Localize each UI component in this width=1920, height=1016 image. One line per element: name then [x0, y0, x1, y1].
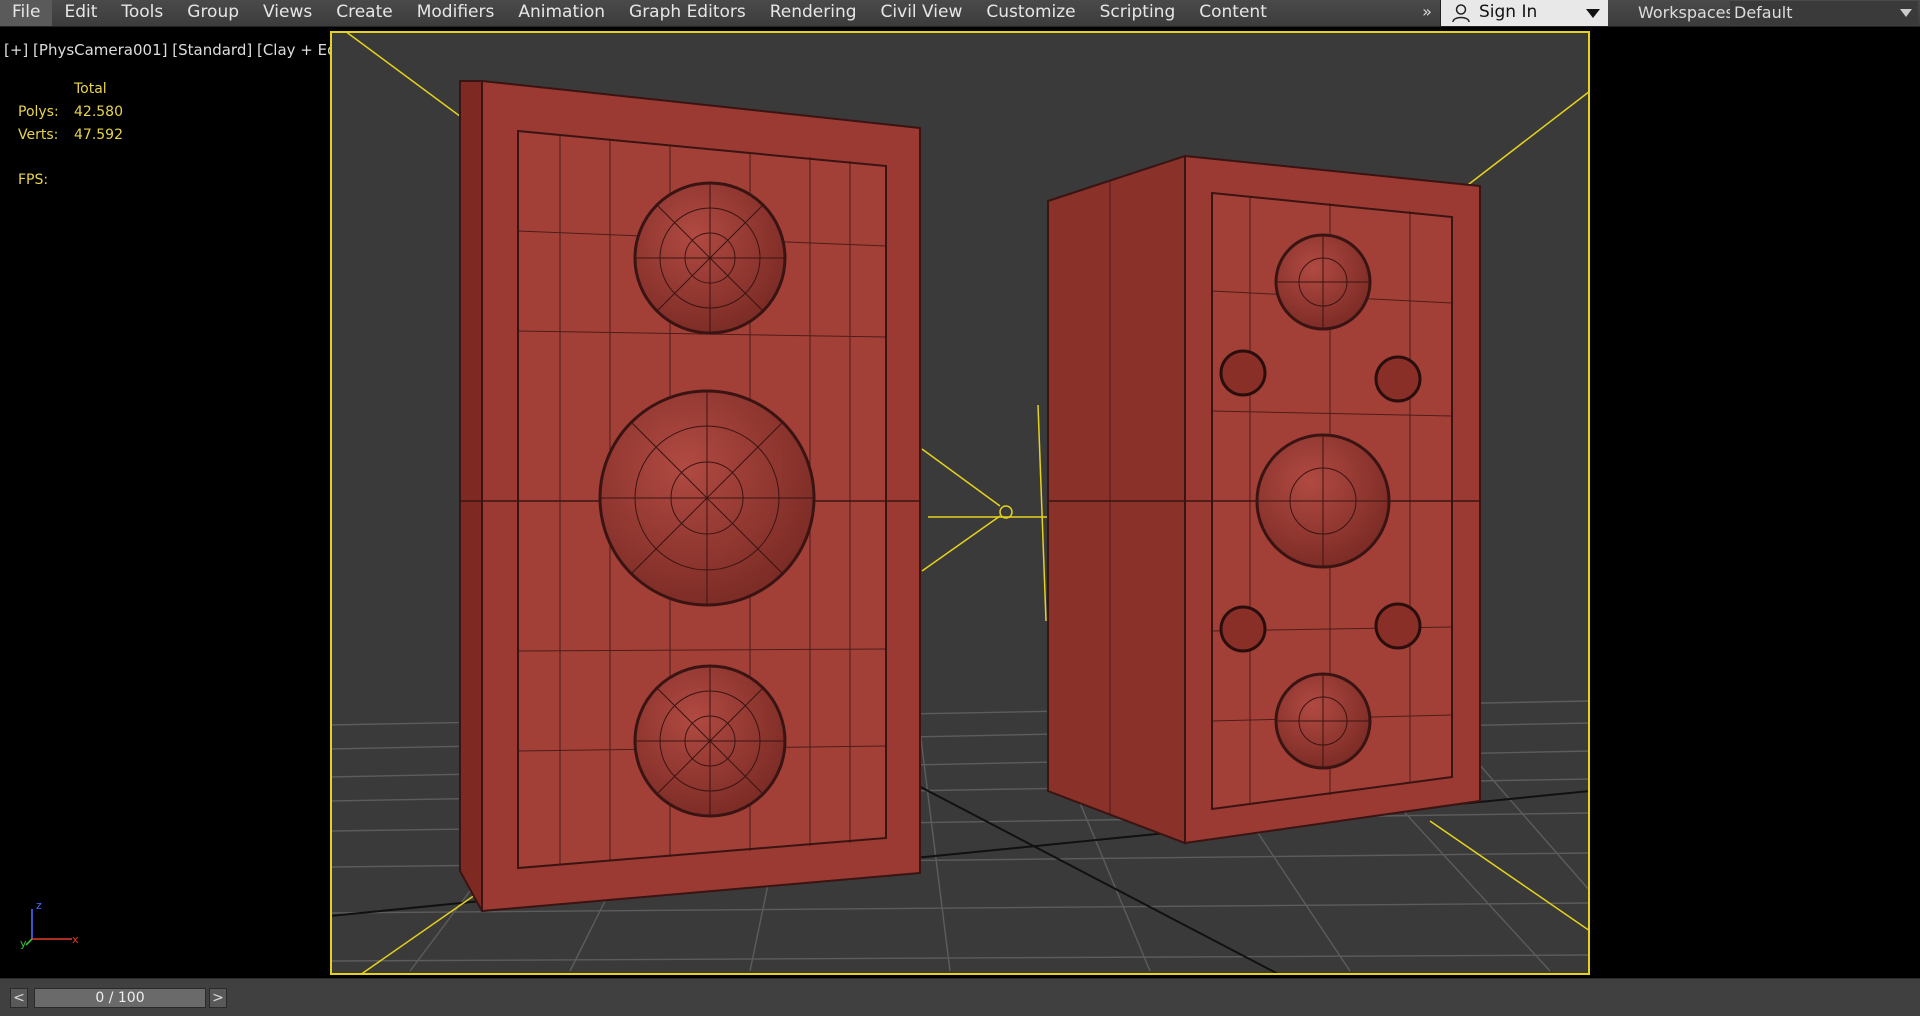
- menu-bar: File Edit Tools Group Views Create Modifiers An…: [0, 0, 1920, 27]
- stats-header: Total: [74, 81, 107, 97]
- menu-create[interactable]: Create: [324, 0, 405, 26]
- menu-tools[interactable]: Tools: [109, 0, 175, 26]
- axis-y-label: y: [20, 937, 27, 949]
- woofer-bottom: [633, 664, 787, 818]
- scene-view[interactable]: [330, 31, 1590, 975]
- menu-rendering[interactable]: Rendering: [758, 0, 869, 26]
- menu-content[interactable]: Content: [1187, 0, 1279, 26]
- speaker-right[interactable]: [1047, 154, 1481, 845]
- workspaces-label: Workspaces:: [1638, 3, 1740, 22]
- menu-list: File Edit Tools Group Views Create Modifiers An…: [0, 0, 1279, 26]
- menu-animation[interactable]: Animation: [506, 0, 617, 26]
- axis-x-label: x: [72, 933, 79, 946]
- time-slider[interactable]: 0 / 100: [34, 988, 206, 1008]
- sign-in-button[interactable]: Sign In: [1440, 0, 1608, 26]
- woofer-middle: [598, 389, 816, 607]
- viewport[interactable]: [+] [PhysCamera001] [Standard] [Clay + E…: [0, 27, 1920, 977]
- chevron-down-icon: [1900, 9, 1912, 17]
- menu-graph-editors[interactable]: Graph Editors: [617, 0, 758, 26]
- woofer-right-top: [1274, 233, 1372, 331]
- timeline-bar: < 0 / 100 >: [0, 978, 1920, 1016]
- woofer-right-bottom: [1274, 672, 1372, 770]
- menu-group[interactable]: Group: [175, 0, 251, 26]
- stats-polys-value: 42.580: [74, 104, 123, 120]
- stats-polys-label: Polys:: [18, 104, 59, 120]
- woofer-top: [633, 181, 787, 335]
- menu-scripting[interactable]: Scripting: [1088, 0, 1188, 26]
- timeline-prev-button[interactable]: <: [10, 988, 28, 1008]
- menu-civil-view[interactable]: Civil View: [869, 0, 975, 26]
- stats-fps-label: FPS:: [18, 172, 49, 188]
- woofer-right-middle: [1255, 433, 1391, 569]
- menu-customize[interactable]: Customize: [974, 0, 1087, 26]
- stats-verts-value: 47.592: [74, 127, 123, 143]
- menu-views[interactable]: Views: [251, 0, 324, 26]
- workspaces-value: Default: [1734, 3, 1793, 22]
- menu-modifiers[interactable]: Modifiers: [405, 0, 507, 26]
- user-icon: [1452, 4, 1470, 23]
- axis-z-label: z: [36, 899, 42, 912]
- timeline-next-button[interactable]: >: [209, 988, 227, 1008]
- axis-tripod-icon: z y x: [20, 899, 79, 950]
- menu-edit[interactable]: Edit: [52, 0, 109, 26]
- sign-in-label: Sign In: [1479, 2, 1538, 22]
- workspaces-select[interactable]: Default: [1730, 1, 1918, 25]
- menu-overflow-button[interactable]: »: [1418, 0, 1436, 26]
- menu-file[interactable]: File: [0, 0, 53, 26]
- axis-gizmo: z y x: [18, 895, 84, 953]
- chevron-down-icon: [1586, 9, 1600, 18]
- stats-verts-label: Verts:: [18, 127, 59, 143]
- camera-target-icon[interactable]: [999, 505, 1013, 519]
- speaker-left[interactable]: [459, 79, 921, 913]
